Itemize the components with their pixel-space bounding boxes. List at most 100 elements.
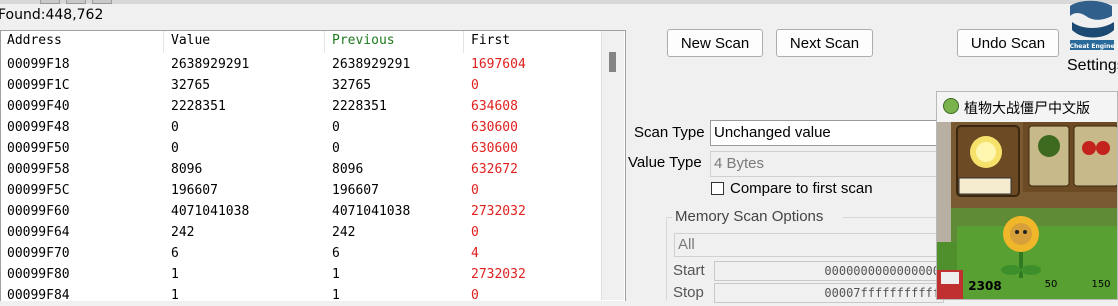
value-type-label: Value Type <box>628 154 702 171</box>
cell-address: 00099F80 <box>7 267 70 282</box>
cell-address: 00099F18 <box>7 57 70 72</box>
table-row[interactable]: 00099F64 242 242 0 <box>1 222 601 243</box>
column-divider[interactable] <box>163 31 164 53</box>
start-label: Start <box>673 262 705 279</box>
found-count: Found:448,762 <box>0 7 103 23</box>
cell-first: 630600 <box>471 141 518 156</box>
table-row[interactable]: 00099F48 0 0 630600 <box>1 117 601 138</box>
cell-previous: 0 <box>332 141 340 156</box>
table-row[interactable]: 00099F58 8096 8096 632672 <box>1 159 601 180</box>
stop-address-field[interactable]: 00007fffffffffff <box>714 283 944 303</box>
compare-first-checkbox[interactable] <box>711 182 724 195</box>
scan-type-label: Scan Type <box>634 124 705 141</box>
cell-first: 1697604 <box>471 57 526 72</box>
seed-cost: 50 <box>1044 279 1058 290</box>
cell-value: 242 <box>171 225 195 240</box>
value-type-select[interactable]: 4 Bytes <box>710 151 950 177</box>
game-window-title: 植物大战僵尸中文版 <box>964 101 1090 117</box>
cell-previous: 2638929291 <box>332 57 411 72</box>
found-value: 448,762 <box>45 7 104 23</box>
cell-value: 2228351 <box>171 99 226 114</box>
seed-cost: 150 <box>1091 279 1111 290</box>
svg-text:Cheat Engine: Cheat Engine <box>1070 43 1115 50</box>
top-toolbar-strip <box>0 0 1118 4</box>
table-row[interactable]: 00099F50 0 0 630600 <box>1 138 601 159</box>
group-border <box>666 217 667 300</box>
cell-previous: 8096 <box>332 162 364 177</box>
cell-address: 00099F84 <box>7 288 70 303</box>
cell-address: 00099F60 <box>7 204 70 219</box>
stop-label: Stop <box>673 284 704 301</box>
cell-value: 8096 <box>171 162 203 177</box>
column-divider[interactable] <box>324 31 325 53</box>
cell-address: 00099F48 <box>7 120 70 135</box>
cell-previous: 4071041038 <box>332 204 411 219</box>
column-divider[interactable] <box>463 31 464 53</box>
column-header-previous[interactable]: Previous <box>332 33 395 48</box>
new-scan-button[interactable]: New Scan <box>667 29 763 57</box>
table-row[interactable]: 00099F40 2228351 2228351 634608 <box>1 96 601 117</box>
cell-first: 0 <box>471 288 479 303</box>
cell-value: 0 <box>171 120 179 135</box>
cell-value: 196607 <box>171 183 218 198</box>
game-scene[interactable]: 2308 50 150 <box>937 122 1117 299</box>
cell-address: 00099F64 <box>7 225 70 240</box>
cell-first: 630600 <box>471 120 518 135</box>
table-row[interactable]: 00099F1C 32765 32765 0 <box>1 75 601 96</box>
column-header-address[interactable]: Address <box>7 33 62 48</box>
table-row[interactable]: 00099F18 2638929291 2638929291 1697604 <box>1 54 601 75</box>
cell-value: 1 <box>171 288 179 303</box>
next-scan-button[interactable]: Next Scan <box>776 29 873 57</box>
compare-first-label[interactable]: Compare to first scan <box>730 180 873 197</box>
toolbar-button[interactable] <box>40 0 60 4</box>
cell-first: 2732032 <box>471 267 526 282</box>
memory-scan-options-title: Memory Scan Options <box>675 208 824 225</box>
settings-label[interactable]: Settings <box>1067 57 1118 75</box>
found-label: Found: <box>0 7 46 23</box>
undo-scan-button[interactable]: Undo Scan <box>957 29 1059 57</box>
lawn-scene-image <box>937 122 1117 299</box>
cell-address: 00099F50 <box>7 141 70 156</box>
table-row[interactable]: 00099F60 4071041038 4071041038 2732032 <box>1 201 601 222</box>
table-row[interactable]: 00099F5C 196607 196607 0 <box>1 180 601 201</box>
sun-counter: 2308 <box>968 279 1002 293</box>
game-window[interactable]: 植物大战僵尸中文版 2308 50 150 <box>936 91 1118 300</box>
cell-first: 2732032 <box>471 204 526 219</box>
cell-value: 6 <box>171 246 179 261</box>
cell-address: 00099F5C <box>7 183 70 198</box>
cell-first: 0 <box>471 78 479 93</box>
cell-first: 4 <box>471 246 479 261</box>
cell-value: 4071041038 <box>171 204 250 219</box>
table-row[interactable]: 00099F84 1 1 0 <box>1 285 601 306</box>
table-row[interactable]: 00099F70 6 6 4 <box>1 243 601 264</box>
column-header-value[interactable]: Value <box>171 33 210 48</box>
group-border <box>843 217 943 218</box>
cell-value: 1 <box>171 267 179 282</box>
cell-previous: 196607 <box>332 183 379 198</box>
cell-previous: 2228351 <box>332 99 387 114</box>
cell-value: 32765 <box>171 78 211 93</box>
column-header-first[interactable]: First <box>471 33 510 48</box>
cell-address: 00099F40 <box>7 99 70 114</box>
results-list[interactable]: Address Value Previous First 00099F18 263… <box>0 30 626 303</box>
start-address-field[interactable]: 0000000000000000 <box>714 261 944 281</box>
toolbar-button[interactable] <box>92 0 112 4</box>
cell-previous: 242 <box>332 225 356 240</box>
cell-value: 2638929291 <box>171 57 250 72</box>
table-row[interactable]: 00099F80 1 1 2732032 <box>1 264 601 285</box>
cell-first: 0 <box>471 183 479 198</box>
cheat-engine-logo[interactable]: Cheat Engine <box>1064 0 1118 58</box>
cell-address: 00099F1C <box>7 78 70 93</box>
cell-first: 0 <box>471 225 479 240</box>
scrollbar-thumb[interactable] <box>609 52 616 72</box>
scan-type-select[interactable]: Unchanged value <box>710 120 950 146</box>
cell-address: 00099F58 <box>7 162 70 177</box>
cell-value: 0 <box>171 141 179 156</box>
cell-previous: 1 <box>332 267 340 282</box>
cell-previous: 0 <box>332 120 340 135</box>
memory-region-select[interactable]: All <box>674 233 944 257</box>
game-app-icon <box>943 98 959 114</box>
cell-address: 00099F70 <box>7 246 70 261</box>
toolbar-button[interactable] <box>66 0 86 4</box>
cell-first: 634608 <box>471 99 518 114</box>
